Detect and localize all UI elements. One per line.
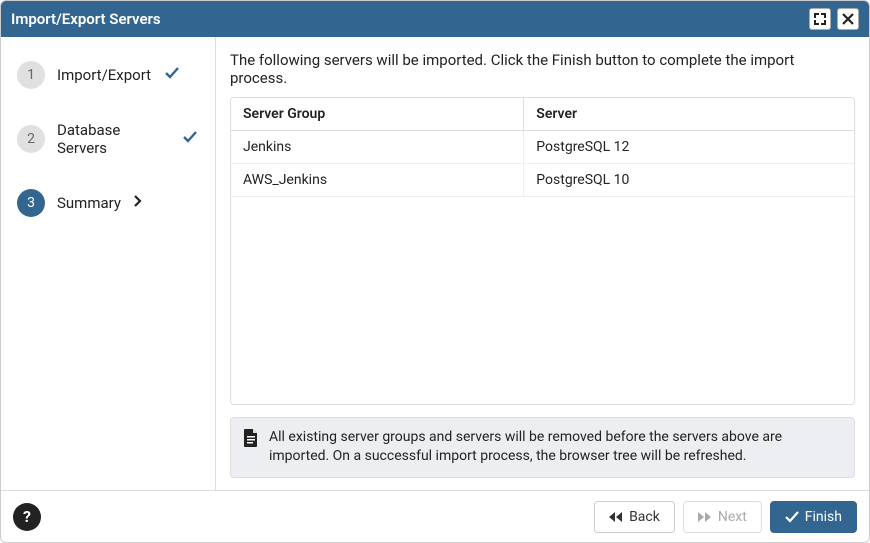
footer-buttons: Back Next Finish	[594, 501, 857, 533]
chevron-right-icon	[133, 194, 143, 212]
fast-forward-icon	[698, 511, 712, 523]
wizard-sidebar: 1 Import/Export 2 Database Servers 3 Sum…	[1, 37, 216, 490]
help-icon: ?	[23, 507, 31, 526]
step-number: 3	[17, 189, 45, 217]
notice-banner: All existing server groups and servers w…	[230, 417, 855, 478]
check-icon	[163, 64, 181, 86]
servers-table: Server Group Server Jenkins PostgreSQL 1…	[231, 98, 854, 197]
table-row: AWS_Jenkins PostgreSQL 10	[231, 164, 854, 197]
titlebar: Import/Export Servers	[1, 1, 869, 37]
step-summary[interactable]: 3 Summary	[13, 181, 203, 225]
close-button[interactable]	[837, 8, 859, 30]
next-label: Next	[718, 509, 747, 525]
step-label: Import/Export	[57, 66, 151, 84]
step-number: 2	[17, 125, 45, 153]
back-button[interactable]: Back	[594, 501, 675, 533]
col-server: Server	[524, 98, 854, 131]
cell-server-group: Jenkins	[231, 131, 524, 164]
step-database-servers[interactable]: 2 Database Servers	[13, 113, 203, 165]
servers-table-wrap: Server Group Server Jenkins PostgreSQL 1…	[230, 97, 855, 405]
cell-server: PostgreSQL 10	[524, 164, 854, 197]
table-empty-space	[231, 197, 854, 404]
col-server-group: Server Group	[231, 98, 524, 131]
close-icon	[842, 13, 854, 25]
dialog-footer: ? Back Next Finish	[1, 490, 869, 542]
step-number: 1	[17, 61, 45, 89]
cell-server: PostgreSQL 12	[524, 131, 854, 164]
dialog-title: Import/Export Servers	[11, 10, 161, 28]
finish-label: Finish	[805, 509, 842, 525]
back-label: Back	[629, 509, 660, 525]
next-button: Next	[683, 501, 762, 533]
maximize-icon	[814, 13, 826, 25]
document-icon	[243, 429, 259, 467]
maximize-button[interactable]	[809, 8, 831, 30]
check-icon	[181, 128, 199, 150]
notice-text: All existing server groups and servers w…	[269, 428, 842, 467]
check-icon	[785, 511, 799, 523]
table-row: Jenkins PostgreSQL 12	[231, 131, 854, 164]
help-button[interactable]: ?	[13, 503, 41, 531]
dialog-body: 1 Import/Export 2 Database Servers 3 Sum…	[1, 37, 869, 490]
titlebar-buttons	[809, 8, 859, 30]
rewind-icon	[609, 511, 623, 523]
step-label: Summary	[57, 194, 121, 212]
main-panel: The following servers will be imported. …	[216, 37, 869, 490]
step-label: Database Servers	[57, 121, 169, 157]
cell-server-group: AWS_Jenkins	[231, 164, 524, 197]
import-export-dialog: Import/Export Servers 1 Import/Export 2 …	[0, 0, 870, 543]
intro-text: The following servers will be imported. …	[230, 51, 855, 87]
finish-button[interactable]: Finish	[770, 501, 857, 533]
step-import-export[interactable]: 1 Import/Export	[13, 53, 203, 97]
